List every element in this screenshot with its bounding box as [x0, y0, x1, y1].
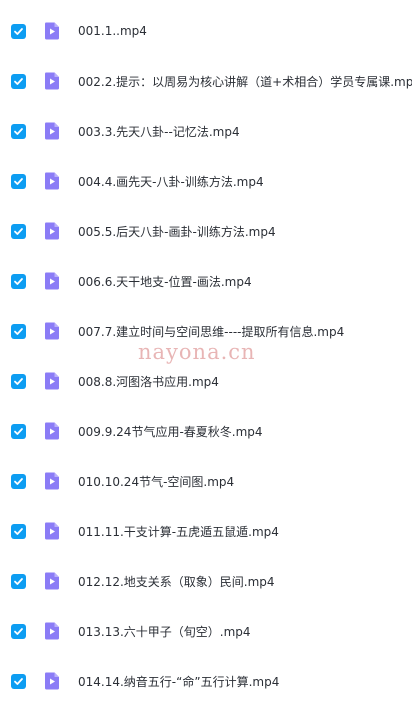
video-file-icon — [42, 21, 62, 41]
file-row[interactable]: 003.3.先天八卦--记忆法.mp4 — [0, 106, 412, 156]
file-name: 009.9.24节气应用-春夏秋冬.mp4 — [78, 424, 263, 439]
checkbox[interactable] — [11, 173, 26, 189]
checkbox[interactable] — [11, 23, 26, 39]
checkmark-icon — [14, 577, 23, 585]
video-file-icon — [42, 471, 62, 491]
video-file-icon — [42, 571, 62, 591]
video-file-icon — [42, 671, 62, 691]
checkbox[interactable] — [11, 123, 26, 139]
video-file-icon — [42, 171, 62, 191]
file-name: 004.4.画先天-八卦-训练方法.mp4 — [78, 174, 264, 189]
file-name: 005.5.后天八卦-画卦-训练方法.mp4 — [78, 224, 276, 239]
checkmark-icon — [14, 477, 23, 485]
checkbox[interactable] — [11, 73, 26, 89]
video-file-icon — [42, 271, 62, 291]
video-file-icon — [42, 371, 62, 391]
file-name: 003.3.先天八卦--记忆法.mp4 — [78, 124, 240, 139]
file-row[interactable]: 008.8.河图洛书应用.mp4 — [0, 356, 412, 406]
checkbox[interactable] — [11, 423, 26, 439]
file-row[interactable]: 001.1..mp4 — [0, 6, 412, 56]
checkbox[interactable] — [11, 273, 26, 289]
file-name: 008.8.河图洛书应用.mp4 — [78, 374, 219, 389]
checkmark-icon — [14, 127, 23, 135]
checkbox[interactable] — [11, 323, 26, 339]
file-name: 001.1..mp4 — [78, 24, 147, 38]
file-name: 011.11.干支计算-五虎遁五鼠遁.mp4 — [78, 524, 279, 539]
checkmark-icon — [14, 627, 23, 635]
file-name: 013.13.六十甲子（旬空）.mp4 — [78, 624, 251, 639]
file-row[interactable]: 005.5.后天八卦-画卦-训练方法.mp4 — [0, 206, 412, 256]
file-list: 001.1..mp4 002.2.提示：以周易为核心讲解（道+术相合）学员专属课… — [0, 0, 412, 703]
file-row[interactable]: 012.12.地支关系（取象）民间.mp4 — [0, 556, 412, 606]
checkmark-icon — [14, 27, 23, 35]
checkbox[interactable] — [11, 623, 26, 639]
video-file-icon — [42, 621, 62, 641]
file-name: 014.14.纳音五行-“命”五行计算.mp4 — [78, 674, 280, 689]
file-name: 007.7.建立时间与空间思维----提取所有信息.mp4 — [78, 324, 345, 339]
file-row[interactable]: 010.10.24节气-空间图.mp4 — [0, 456, 412, 506]
video-file-icon — [42, 421, 62, 441]
file-row[interactable]: 009.9.24节气应用-春夏秋冬.mp4 — [0, 406, 412, 456]
checkbox[interactable] — [11, 473, 26, 489]
file-name: 002.2.提示：以周易为核心讲解（道+术相合）学员专属课.mp4 — [78, 74, 412, 89]
video-file-icon — [42, 121, 62, 141]
file-name: 012.12.地支关系（取象）民间.mp4 — [78, 574, 275, 589]
file-name: 006.6.天干地支-位置-画法.mp4 — [78, 274, 252, 289]
checkmark-icon — [14, 277, 23, 285]
video-file-icon — [42, 321, 62, 341]
file-row[interactable]: 007.7.建立时间与空间思维----提取所有信息.mp4 — [0, 306, 412, 356]
file-row[interactable]: 014.14.纳音五行-“命”五行计算.mp4 — [0, 656, 412, 706]
checkbox[interactable] — [11, 223, 26, 239]
file-row[interactable]: 013.13.六十甲子（旬空）.mp4 — [0, 606, 412, 656]
file-name: 010.10.24节气-空间图.mp4 — [78, 474, 235, 489]
checkbox[interactable] — [11, 573, 26, 589]
checkbox[interactable] — [11, 373, 26, 389]
file-row[interactable]: 002.2.提示：以周易为核心讲解（道+术相合）学员专属课.mp4 — [0, 56, 412, 106]
checkmark-icon — [14, 377, 23, 385]
checkmark-icon — [14, 677, 23, 685]
checkmark-icon — [14, 227, 23, 235]
checkmark-icon — [14, 527, 23, 535]
checkbox[interactable] — [11, 523, 26, 539]
checkmark-icon — [14, 177, 23, 185]
file-row[interactable]: 004.4.画先天-八卦-训练方法.mp4 — [0, 156, 412, 206]
checkmark-icon — [14, 327, 23, 335]
file-row[interactable]: 006.6.天干地支-位置-画法.mp4 — [0, 256, 412, 306]
video-file-icon — [42, 221, 62, 241]
file-row[interactable]: 011.11.干支计算-五虎遁五鼠遁.mp4 — [0, 506, 412, 556]
video-file-icon — [42, 71, 62, 91]
checkmark-icon — [14, 77, 23, 85]
checkmark-icon — [14, 427, 23, 435]
video-file-icon — [42, 521, 62, 541]
checkbox[interactable] — [11, 673, 26, 689]
